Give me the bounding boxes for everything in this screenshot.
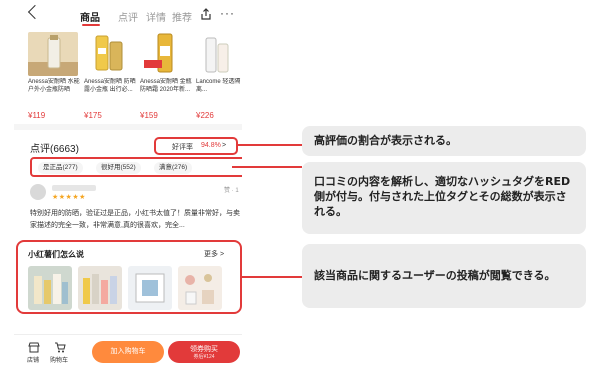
review-tags-highlight: 是正品(277) 很好用(552) 满意(276) (30, 157, 242, 177)
review-count-title: 点评(6663) (30, 144, 79, 155)
tab-reviews[interactable]: 点评 (118, 9, 138, 24)
top-bar: 商品 点评 详情 推荐 ··· (14, 0, 242, 30)
active-tab-indicator (82, 24, 100, 26)
add-to-cart-button[interactable]: 加入购物车 (92, 341, 164, 363)
reviewer-name-placeholder (52, 185, 96, 191)
star-rating: ★★★★★ (52, 194, 86, 201)
post-photo[interactable] (178, 266, 222, 310)
positive-ratio-value: 94.8% (201, 142, 221, 149)
product-price: ¥159 (140, 111, 158, 120)
back-arrow-icon[interactable] (27, 4, 43, 20)
callout-text: 該当商品に関するユーザーの投稿が閲覧できる。 (314, 269, 556, 282)
store-label[interactable]: 店铺 (27, 355, 39, 364)
product-name: Lancome 轻透隔离... (196, 79, 241, 93)
share-icon[interactable] (200, 8, 212, 20)
xhs-section-title: 小红薯们怎么说 (28, 250, 84, 259)
phone-screen: 商品 点评 详情 推荐 ··· Anessa安耐晒 水能户外小金瓶防晒 ¥119 (14, 0, 242, 374)
chevron-right-icon: > (222, 142, 227, 149)
tab-products[interactable]: 商品 (80, 9, 100, 24)
store-icon[interactable] (28, 342, 40, 353)
callout-connector (242, 276, 302, 278)
buy-now-button[interactable]: 领券购买 券后¥124 (168, 341, 240, 363)
product-card[interactable]: Anessa安耐晒 水能户外小金瓶防晒 ¥119 (28, 32, 80, 120)
post-photo[interactable] (78, 266, 122, 310)
callout-review-tags: 口コミの内容を解析し、適切なハッシュタグをRED側が付与。付与された上位タグとそ… (302, 162, 586, 234)
product-image (140, 32, 190, 76)
callout-xhs-posts: 該当商品に関するユーザーの投稿が閲覧できる。 (302, 244, 586, 308)
cart-label[interactable]: 购物车 (50, 355, 68, 364)
xhs-more-link[interactable]: 更多 > (204, 249, 224, 259)
related-products: Anessa安耐晒 水能户外小金瓶防晒 ¥119 Anessa安耐晒 防晒露小金… (14, 32, 242, 122)
review-text: 特别好用的防晒，验证过是正品，小红书太值了！质量非常好，与卖家描述的完全一致，非… (30, 210, 240, 229)
product-name: Anessa安耐晒 水能户外小金瓶防晒 (28, 79, 80, 93)
bottom-action-bar: 店铺 购物车 加入购物车 领券购买 券后¥124 (14, 334, 242, 374)
callout-connector (232, 166, 302, 168)
product-card[interactable]: Lancome 轻透隔离... ¥226 (196, 32, 242, 120)
callout-positive-ratio: 高評価の割合が表示される。 (302, 126, 586, 156)
section-divider (14, 124, 242, 130)
product-card[interactable]: Anessa安耐晒 金瓶防晒霜 2020年新... ¥159 (140, 32, 192, 120)
callout-text: 口コミの内容を解析し、適切なハッシュタグをRED側が付与。付与された上位タグとそ… (314, 175, 571, 218)
positive-ratio-label: 好评率 (172, 144, 193, 151)
product-image (28, 32, 78, 76)
coupon-price: 券后¥124 (193, 354, 215, 360)
post-photo[interactable] (128, 266, 172, 310)
product-name: Anessa安耐晒 防晒露小金瓶 出行必... (84, 79, 136, 93)
callout-text: 高評価の割合が表示される。 (314, 134, 457, 147)
cart-icon[interactable] (54, 342, 66, 353)
product-card[interactable]: Anessa安耐晒 防晒露小金瓶 出行必... ¥175 (84, 32, 136, 120)
like-count[interactable]: 赞 · 1 (224, 185, 239, 194)
xiaohongshu-posts-highlight: 小红薯们怎么说 更多 > (16, 240, 242, 314)
avatar[interactable] (30, 184, 46, 200)
tab-recommend[interactable]: 推荐 (172, 9, 192, 24)
product-image (196, 32, 242, 76)
callout-connector (238, 144, 302, 146)
review-tag[interactable]: 满意(276) (154, 162, 193, 174)
post-photo[interactable] (28, 266, 72, 310)
review-tag[interactable]: 是正品(277) (38, 162, 83, 174)
product-image (84, 32, 134, 76)
product-name: Anessa安耐晒 金瓶防晒霜 2020年新... (140, 79, 192, 93)
product-price: ¥175 (84, 111, 102, 120)
product-price: ¥226 (196, 111, 214, 120)
tab-details[interactable]: 详情 (146, 9, 166, 24)
positive-ratio-highlight[interactable]: 好评率 94.8% > (154, 137, 238, 155)
review-item: ★★★★★ 赞 · 1 特别好用的防晒，验证过是正品，小红书太值了！质量非常好，… (30, 182, 242, 232)
product-price: ¥119 (28, 111, 46, 120)
review-tag[interactable]: 很好用(552) (96, 162, 141, 174)
more-menu-icon[interactable]: ··· (220, 6, 235, 20)
